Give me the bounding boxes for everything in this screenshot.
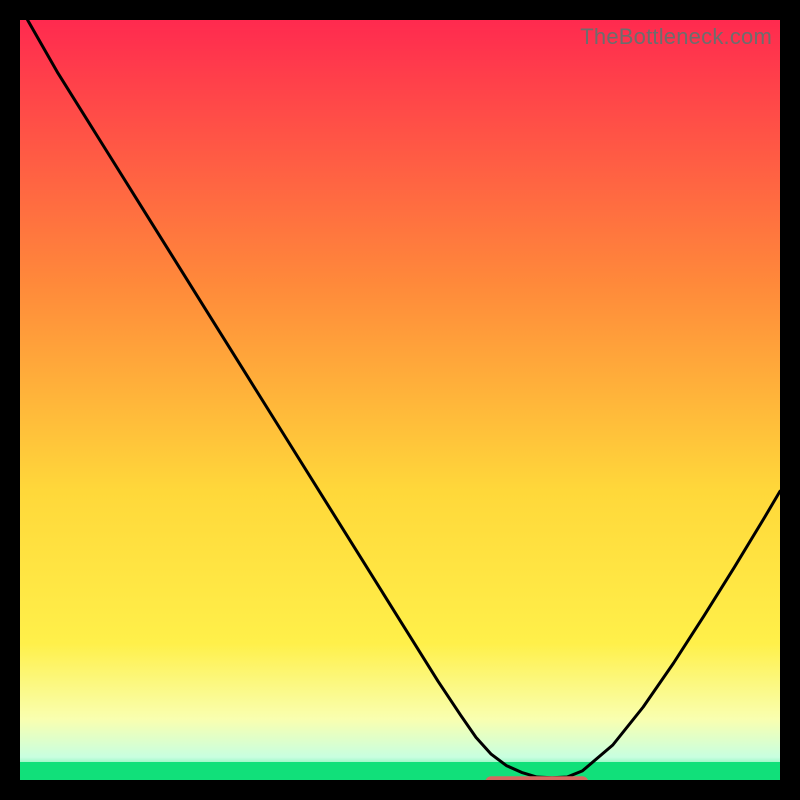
watermark-text: TheBottleneck.com xyxy=(580,24,772,50)
gradient-background xyxy=(20,20,780,780)
chart-frame: TheBottleneck.com xyxy=(20,20,780,780)
chart-svg xyxy=(20,20,780,780)
green-baseline-band xyxy=(20,762,780,780)
